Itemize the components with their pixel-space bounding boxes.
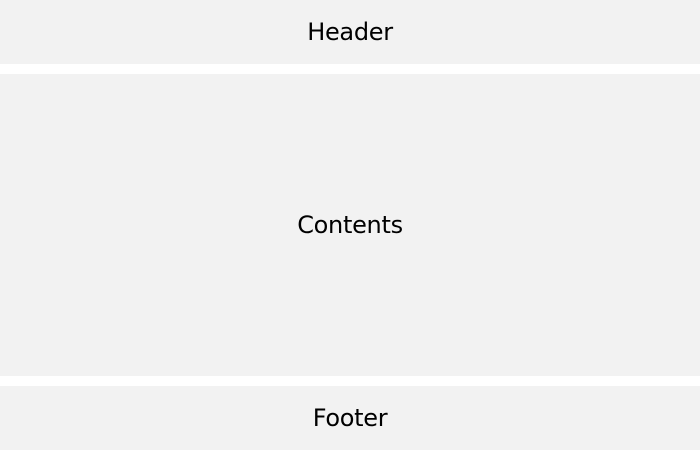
contents-label: Contents	[297, 211, 403, 239]
contents: Contents	[0, 74, 700, 376]
header: Header	[0, 0, 700, 64]
footer: Footer	[0, 386, 700, 450]
page: Header Contents Footer	[0, 0, 700, 450]
footer-label: Footer	[312, 404, 388, 432]
header-label: Header	[307, 18, 393, 46]
